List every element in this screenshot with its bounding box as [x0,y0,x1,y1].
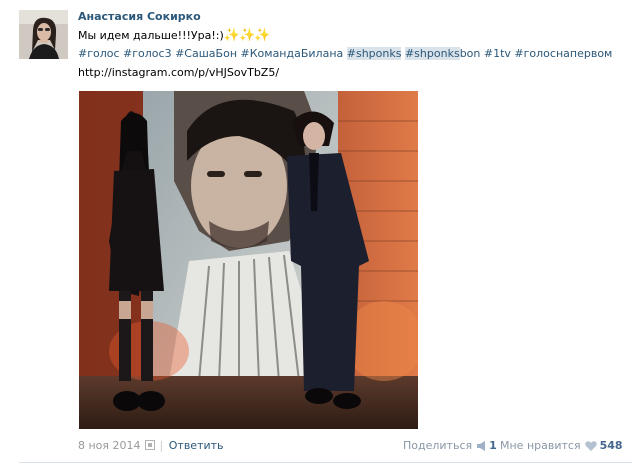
sparkles-icon: ✨✨✨ [223,28,271,43]
share-count: 1 [489,439,497,452]
hashtag-link[interactable]: #голос3 [123,47,172,60]
author-avatar[interactable] [19,10,68,59]
share-button[interactable]: Поделиться 1 [403,439,497,452]
hashtag-link[interactable]: #shponks [404,47,460,60]
like-label: Мне нравится [500,439,581,452]
share-label: Поделиться [403,439,473,452]
reply-button[interactable]: Ответить [169,439,224,452]
post-text-body: Мы идем дальше!!!Ура!:) [78,29,224,42]
post-text: Мы идем дальше!!!Ура!:)✨✨✨ [78,28,271,43]
megaphone-icon [477,441,486,451]
hashtag-link[interactable]: #голоснапервом [514,47,612,60]
post-date[interactable]: 8 ноя 2014 [78,439,141,452]
post-photo[interactable] [79,91,418,429]
hashtag-link[interactable]: #shponks [346,47,402,60]
post-author-name[interactable]: Анастасия Сокирко [78,10,201,23]
hashtag-link[interactable]: #КомандаБилана [241,47,344,60]
hashtag-link[interactable]: #голос [78,47,120,60]
instagram-link[interactable]: http://instagram.com/p/vHJSovTbZ5/ [78,66,279,79]
footer-separator: | [159,439,164,452]
post-source-icon [144,440,155,450]
post-divider [19,462,632,463]
heart-icon [584,441,597,451]
hashtag-list: #голос #голос3 #СашаБон #КомандаБилана #… [78,47,612,61]
hashtag-link[interactable]: #1tv [484,47,511,60]
like-button[interactable]: Мне нравится 548 [500,439,623,452]
like-count: 548 [599,439,623,452]
post-footer-left: 8 ноя 2014 | Ответить [78,439,224,452]
hashtag-link[interactable]: #СашаБон [175,47,237,60]
hashtag-suffix[interactable]: bon [460,47,481,60]
